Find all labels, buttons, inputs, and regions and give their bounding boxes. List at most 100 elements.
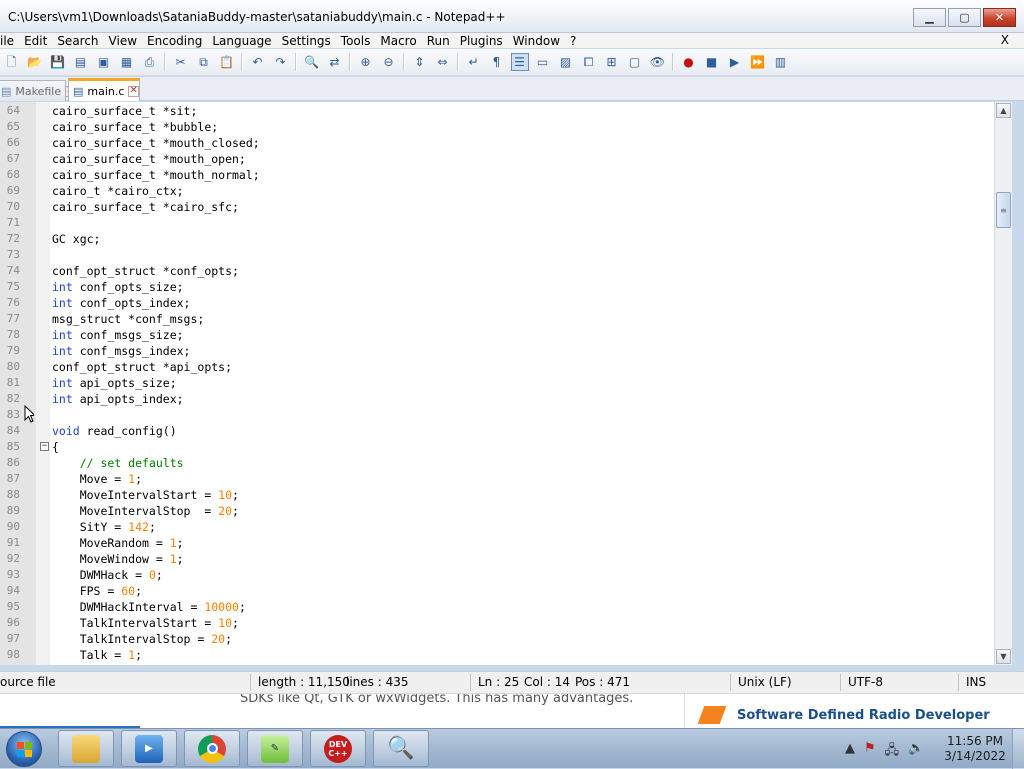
code-line[interactable]: 90 SitY = 142; — [0, 519, 994, 535]
show-hidden-icons-icon[interactable]: ▲ — [845, 741, 855, 763]
volume-icon[interactable]: 🔊 — [908, 741, 924, 763]
indent-guide-icon[interactable]: ☰ — [510, 53, 529, 71]
view-icon[interactable]: 👁 — [649, 53, 667, 71]
open-file-icon[interactable]: 📂 — [26, 53, 44, 71]
network-icon[interactable]: 🖧 — [885, 741, 900, 763]
close-file-icon[interactable]: ▣ — [95, 53, 113, 71]
menu-macro[interactable]: Macro — [375, 34, 421, 48]
tab-main-c[interactable]: ▤ main.c ✕ — [68, 78, 140, 101]
scroll-up-icon[interactable]: ▲ — [996, 103, 1011, 118]
close-all-icon[interactable]: ▦ — [118, 53, 136, 71]
new-file-icon[interactable]: 🗋 — [3, 53, 21, 71]
code-line[interactable]: 69 cairo_t *cairo_ctx; — [0, 183, 994, 199]
taskbar-media-player[interactable]: ▶ — [121, 730, 177, 767]
code-line[interactable]: 76 int conf_opts_index; — [0, 295, 994, 311]
menu-edit[interactable]: Edit — [19, 34, 52, 48]
show-desktop-button[interactable] — [1012, 729, 1024, 769]
code-line[interactable]: 98 Talk = 1; — [0, 647, 994, 663]
menu-encoding[interactable]: Encoding — [142, 34, 207, 48]
paste-icon[interactable]: 📋 — [218, 53, 236, 71]
menu-view[interactable]: View — [104, 34, 142, 48]
close-tab-icon[interactable]: ✕ — [128, 85, 139, 97]
play-macro-icon[interactable]: ▶ — [726, 53, 744, 71]
zoom-in-icon[interactable]: ⊕ — [357, 53, 375, 71]
replace-icon[interactable]: ⇄ — [326, 53, 344, 71]
menu-search[interactable]: Search — [52, 34, 103, 48]
code-line[interactable]: 73 — [0, 247, 994, 263]
save-macro-icon[interactable]: ▥ — [772, 53, 790, 71]
action-center-icon[interactable]: ⚑ — [864, 741, 876, 763]
code-line[interactable]: 77 msg_struct *conf_msgs; — [0, 311, 994, 327]
code-line[interactable]: 88 MoveIntervalStart = 10; — [0, 487, 994, 503]
code-line[interactable]: 66 cairo_surface_t *mouth_closed; — [0, 135, 994, 151]
code-line[interactable]: 92 MoveWindow = 1; — [0, 551, 994, 567]
code-line[interactable]: 74 conf_opt_struct *conf_opts; — [0, 263, 994, 279]
monitoring-icon[interactable]: ▢ — [626, 53, 644, 71]
menu-tools[interactable]: Tools — [336, 34, 376, 48]
code-line[interactable]: 86 // set defaults — [0, 455, 994, 471]
user-language-icon[interactable]: ▭ — [534, 53, 552, 71]
taskbar-chrome[interactable] — [184, 730, 240, 767]
tab-makefile[interactable]: ▤ Makefile ✕ — [0, 80, 76, 101]
code-line[interactable]: 85 −{ — [0, 439, 994, 455]
scroll-down-icon[interactable]: ▼ — [996, 649, 1011, 664]
function-list-icon[interactable]: ⧠ — [580, 53, 598, 71]
taskbar-clock[interactable]: 11:56 PM 3/14/2022 — [940, 734, 1010, 764]
print-icon[interactable]: ⎙ — [141, 53, 159, 71]
redo-icon[interactable]: ↷ — [272, 53, 290, 71]
code-editor[interactable]: 64 cairo_surface_t *sit; 65 cairo_surface_t… — [0, 102, 1012, 665]
code-line[interactable]: 65 cairo_surface_t *bubble; — [0, 119, 994, 135]
code-line[interactable]: 83 — [0, 407, 994, 423]
save-all-icon[interactable]: ▤ — [72, 53, 90, 71]
code-line[interactable]: 75 int conf_opts_size; — [0, 279, 994, 295]
code-line[interactable]: 68 cairo_surface_t *mouth_normal; — [0, 167, 994, 183]
record-macro-icon[interactable]: ● — [680, 53, 698, 71]
code-line[interactable]: 95 DWMHackInterval = 10000; — [0, 599, 994, 615]
code-line[interactable]: 81 int api_opts_size; — [0, 375, 994, 391]
menu-settings[interactable]: Settings — [277, 34, 336, 48]
close-document-button[interactable]: X — [1001, 33, 1009, 47]
run-macro-multiple-icon[interactable]: ⏩ — [749, 53, 767, 71]
menu-help[interactable]: ? — [565, 34, 581, 48]
start-button[interactable] — [6, 731, 42, 767]
sync-horizontal-icon[interactable]: ⇔ — [434, 53, 452, 71]
taskbar-notepadpp[interactable]: ✎ — [247, 730, 303, 767]
cut-icon[interactable]: ✂ — [172, 53, 190, 71]
code-line[interactable]: 67 cairo_surface_t *mouth_open; — [0, 151, 994, 167]
vertical-scrollbar[interactable]: ▲ ≡ ▼ — [994, 102, 1012, 665]
code-line[interactable]: 84 void read_config() — [0, 423, 994, 439]
close-button[interactable]: ✕ — [983, 8, 1016, 27]
folder-workspace-icon[interactable]: ⊞ — [603, 53, 621, 71]
code-line[interactable]: 71 — [0, 215, 994, 231]
find-icon[interactable]: 🔍 — [303, 53, 321, 71]
fold-toggle-icon[interactable]: − — [40, 442, 49, 451]
undo-icon[interactable]: ↶ — [249, 53, 267, 71]
menu-language[interactable]: Language — [207, 34, 276, 48]
taskbar-devcpp[interactable]: DEV C++ — [310, 730, 366, 767]
menu-plugins[interactable]: Plugins — [455, 34, 508, 48]
code-line[interactable]: 89 MoveIntervalStop = 20; — [0, 503, 994, 519]
word-wrap-icon[interactable]: ↵ — [465, 53, 483, 71]
document-map-icon[interactable]: ▨ — [557, 53, 575, 71]
copy-icon[interactable]: ⧉ — [195, 53, 213, 71]
code-line[interactable]: 64 cairo_surface_t *sit; — [0, 103, 994, 119]
scrollbar-thumb[interactable]: ≡ — [996, 192, 1011, 228]
show-all-chars-icon[interactable]: ¶ — [488, 53, 506, 71]
taskbar-magnifier[interactable]: 🔍 — [373, 730, 429, 767]
code-line[interactable]: 87 Move = 1; — [0, 471, 994, 487]
code-line[interactable]: 80 conf_opt_struct *api_opts; — [0, 359, 994, 375]
code-line[interactable]: 93 DWMHack = 0; — [0, 567, 994, 583]
code-line[interactable]: 96 TalkIntervalStart = 10; — [0, 615, 994, 631]
code-line[interactable]: 78 int conf_msgs_size; — [0, 327, 994, 343]
menu-file[interactable]: ile — [0, 34, 19, 48]
taskbar-explorer[interactable] — [58, 730, 114, 767]
code-line[interactable]: 94 FPS = 60; — [0, 583, 994, 599]
code-line[interactable]: 82 int api_opts_index; — [0, 391, 994, 407]
code-line[interactable]: 97 TalkIntervalStop = 20; — [0, 631, 994, 647]
save-icon[interactable]: 💾 — [49, 53, 67, 71]
code-line[interactable]: 91 MoveRandom = 1; — [0, 535, 994, 551]
minimize-button[interactable]: ▁ — [913, 8, 946, 27]
code-line[interactable]: 72 GC xgc; — [0, 231, 994, 247]
menu-window[interactable]: Window — [508, 34, 565, 48]
code-line[interactable]: 70 cairo_surface_t *cairo_sfc; — [0, 199, 994, 215]
